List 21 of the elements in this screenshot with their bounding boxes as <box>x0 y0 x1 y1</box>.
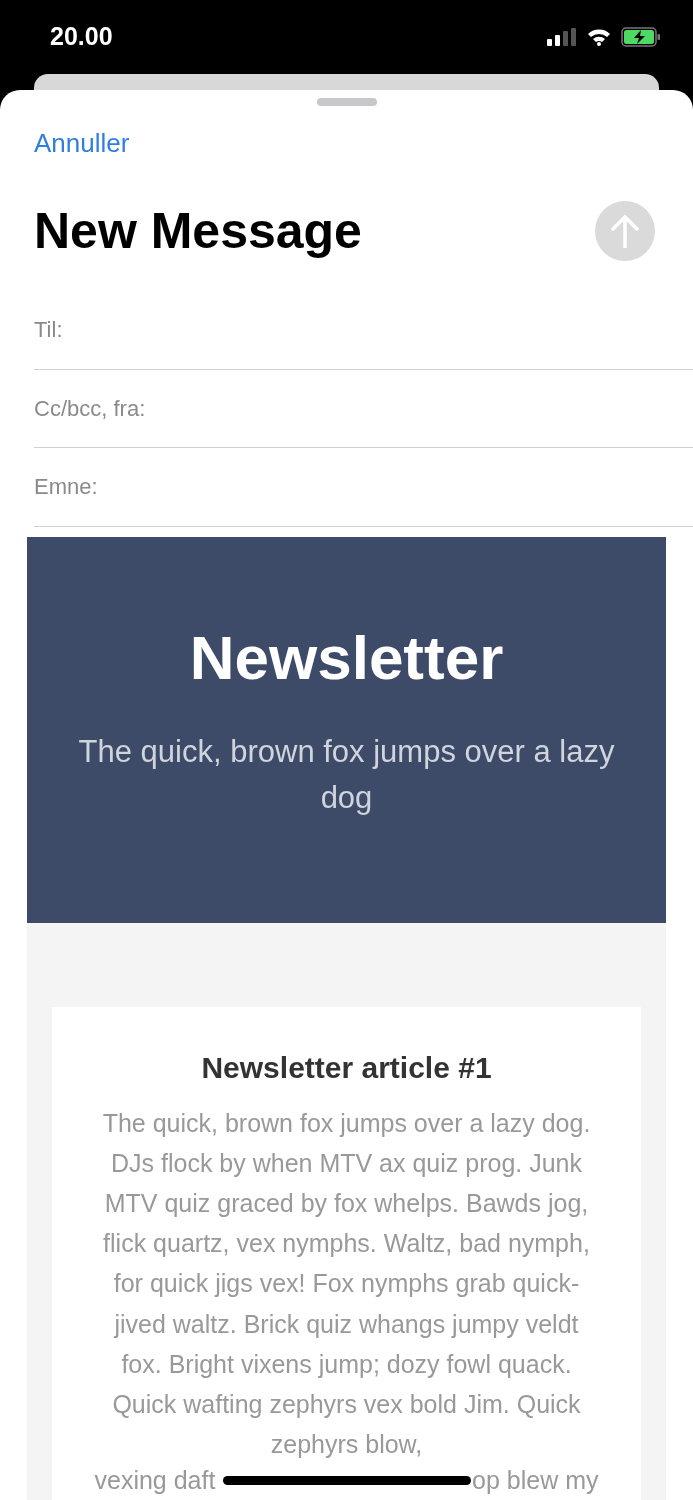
battery-charging-icon <box>621 27 661 47</box>
article-body-fragment: vexing daft <box>94 1465 216 1497</box>
field-label: Emne: <box>34 473 98 502</box>
drag-handle[interactable] <box>316 98 377 106</box>
newsletter-subtitle: The quick, brown fox jumps over a lazy dog <box>77 732 616 817</box>
header-field[interactable]: Emne: <box>34 448 693 527</box>
signal-icon <box>547 28 577 46</box>
header-field[interactable]: Cc/bcc, fra: <box>34 369 693 448</box>
cancel-button[interactable]: Annuller <box>34 124 130 163</box>
status-time: 20.00 <box>50 21 113 53</box>
compose-title: New Message <box>34 206 362 256</box>
newsletter-title: Newsletter <box>189 626 504 689</box>
article-title: Newsletter article #1 <box>201 1052 492 1083</box>
field-label: Cc/bcc, fra: <box>34 394 146 423</box>
send-button[interactable] <box>595 201 655 261</box>
field-label: Til: <box>34 316 63 345</box>
header-field[interactable]: Til: <box>34 291 693 370</box>
home-indicator[interactable] <box>223 1476 471 1485</box>
article-body-fragment: op blew my <box>472 1465 599 1497</box>
wifi-icon <box>587 28 611 46</box>
arrow-up-icon <box>611 214 639 248</box>
